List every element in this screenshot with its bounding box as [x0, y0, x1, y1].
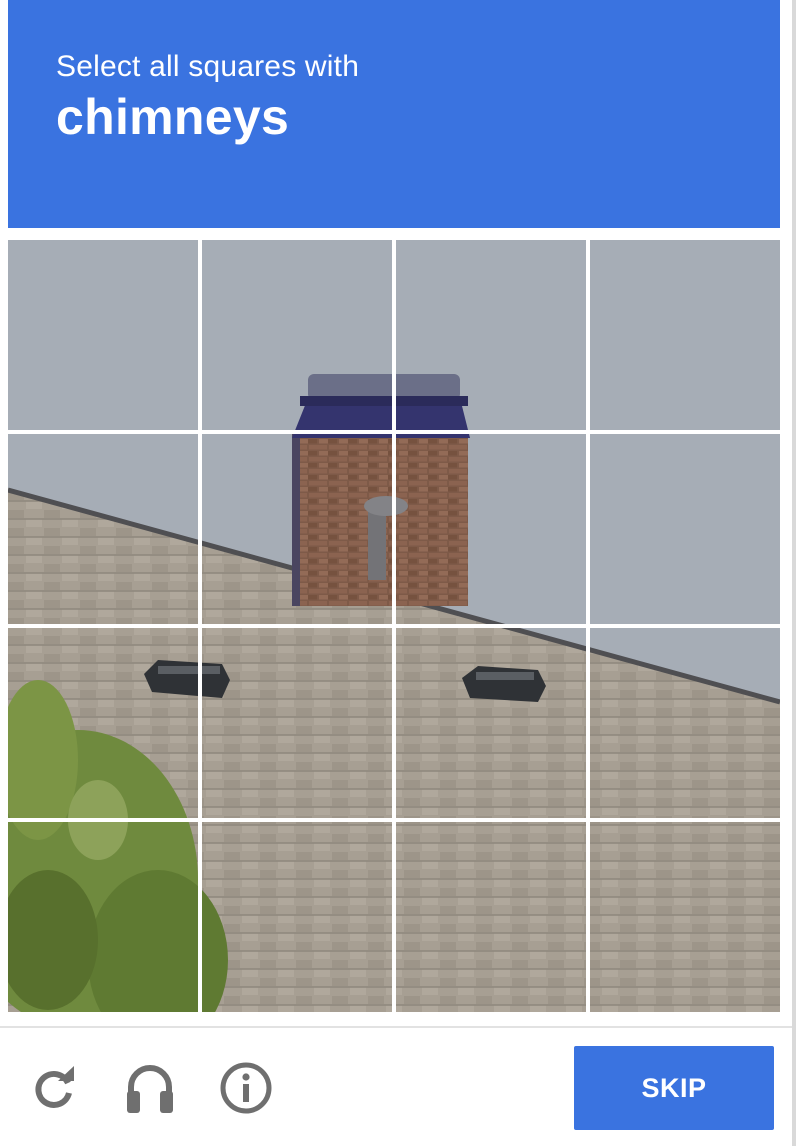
grid-tile-r1-c4[interactable]: [590, 240, 780, 430]
headphones-icon: [127, 1065, 173, 1113]
captcha-frame: Select all squares with chimneys SKIP: [0, 0, 796, 1146]
grid-tile-r1-c2[interactable]: [202, 240, 392, 430]
grid-tile-r1-c3[interactable]: [396, 240, 586, 430]
grid-tile-r2-c3[interactable]: [396, 434, 586, 624]
tile-image: [202, 822, 392, 1012]
tile-image: [202, 628, 392, 818]
tile-image: [590, 240, 780, 430]
tile-image: [396, 822, 586, 1012]
tile-image: [202, 240, 392, 430]
grid-tile-r2-c2[interactable]: [202, 434, 392, 624]
info-button[interactable]: [216, 1058, 276, 1118]
reload-button[interactable]: [24, 1058, 84, 1118]
info-icon: [220, 1062, 272, 1114]
tile-image: [8, 822, 198, 1012]
grid-tile-r3-c2[interactable]: [202, 628, 392, 818]
tile-image: [202, 434, 392, 624]
grid-tile-r4-c4[interactable]: [590, 822, 780, 1012]
grid-tile-r3-c4[interactable]: [590, 628, 780, 818]
tile-image: [8, 628, 198, 818]
tile-image: [590, 822, 780, 1012]
audio-challenge-button[interactable]: [120, 1058, 180, 1118]
grid-tile-r3-c1[interactable]: [8, 628, 198, 818]
grid-tile-r2-c4[interactable]: [590, 434, 780, 624]
reload-icon: [35, 1066, 74, 1108]
instruction-text: Select all squares with: [56, 50, 360, 83]
grid-tile-r2-c1[interactable]: [8, 434, 198, 624]
frame-border: [792, 0, 796, 1146]
grid-tile-r3-c3[interactable]: [396, 628, 586, 818]
tile-image: [590, 628, 780, 818]
tile-image: [590, 434, 780, 624]
tile-image: [396, 240, 586, 430]
grid-tile-r4-c1[interactable]: [8, 822, 198, 1012]
challenge-header: Select all squares with chimneys: [8, 0, 780, 228]
tile-image: [8, 240, 198, 430]
tile-image: [396, 434, 586, 624]
footer-divider: [0, 1026, 792, 1028]
image-grid: [8, 240, 780, 1012]
target-object-text: chimneys: [56, 89, 290, 145]
grid-tile-r1-c1[interactable]: [8, 240, 198, 430]
skip-button[interactable]: SKIP: [574, 1046, 774, 1130]
tile-image: [8, 434, 198, 624]
grid-tile-r4-c2[interactable]: [202, 822, 392, 1012]
tile-image: [396, 628, 586, 818]
grid-tile-r4-c3[interactable]: [396, 822, 586, 1012]
